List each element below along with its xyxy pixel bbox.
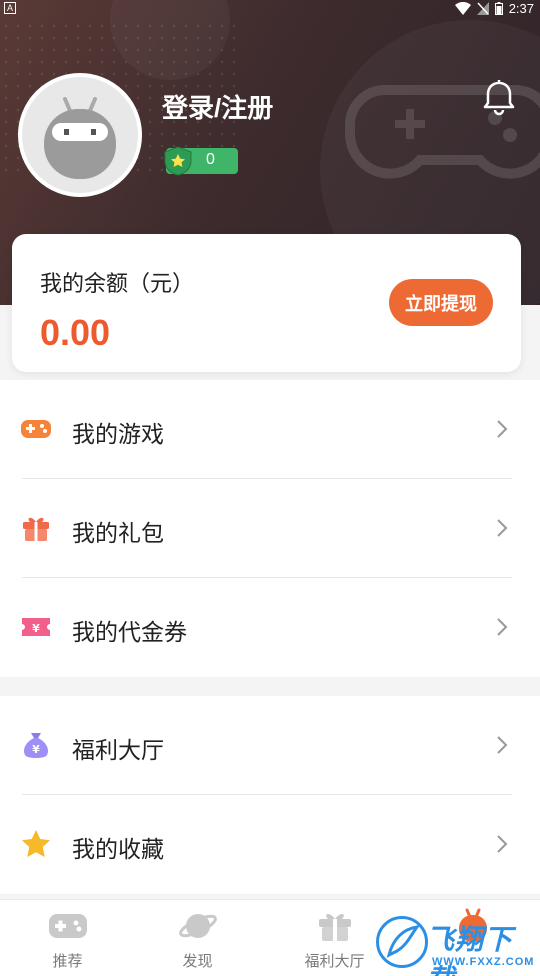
watermark-url: WWW.FXXZ.COM bbox=[432, 956, 535, 968]
balance-title: 我的余额（元） bbox=[40, 271, 195, 296]
wifi-icon bbox=[454, 2, 471, 15]
watermark-logo bbox=[376, 916, 428, 968]
site-watermark: 飞翔下载 WWW.FXXZ.COM bbox=[372, 912, 540, 976]
chevron-right-icon bbox=[497, 618, 508, 636]
feather-icon bbox=[386, 925, 421, 958]
menu-item-my-vouchers[interactable]: ¥ 我的代金券 bbox=[0, 578, 540, 677]
menu-item-label: 我的游戏 bbox=[72, 421, 164, 447]
login-register-link[interactable]: 登录/注册 bbox=[162, 88, 273, 125]
level-badge: 0 bbox=[164, 146, 238, 176]
voucher-icon: ¥ bbox=[22, 618, 50, 636]
money-bag-icon: ¥ bbox=[24, 733, 48, 758]
gift-icon bbox=[23, 517, 49, 541]
tab-label: 发现 bbox=[182, 953, 213, 970]
tab-label: 推荐 bbox=[52, 953, 83, 970]
menu-item-welfare-hall[interactable]: ¥ 福利大厅 bbox=[0, 696, 540, 795]
level-value: 0 bbox=[206, 151, 215, 168]
menu-item-label: 我的收藏 bbox=[72, 836, 164, 862]
planet-icon bbox=[179, 914, 217, 938]
star-icon bbox=[22, 830, 50, 857]
notification-indicator: A bbox=[4, 2, 16, 14]
status-bar: A 2:37 bbox=[0, 0, 540, 18]
menu-item-label: 我的礼包 bbox=[72, 520, 164, 546]
balance-card: 我的余额（元） 0.00 立即提现 bbox=[12, 234, 521, 372]
menu-item-my-favorites[interactable]: 我的收藏 bbox=[0, 795, 540, 894]
gift-icon bbox=[319, 914, 351, 941]
chevron-right-icon bbox=[497, 736, 508, 754]
withdraw-button[interactable]: 立即提现 bbox=[389, 279, 493, 326]
tab-discover[interactable]: 发现 bbox=[130, 900, 265, 976]
menu-group-account: 我的游戏 我的礼包 ¥ 我的代金券 bbox=[0, 380, 540, 677]
battery-icon bbox=[494, 2, 503, 15]
chevron-right-icon bbox=[497, 519, 508, 537]
chevron-right-icon bbox=[497, 420, 508, 438]
menu-item-my-games[interactable]: 我的游戏 bbox=[0, 380, 540, 479]
svg-text:¥: ¥ bbox=[32, 743, 40, 756]
tab-recommend[interactable]: 推荐 bbox=[0, 900, 135, 976]
chevron-right-icon bbox=[497, 835, 508, 853]
robot-avatar-icon bbox=[44, 97, 116, 179]
shield-star-icon bbox=[164, 146, 192, 176]
menu-item-label: 福利大厅 bbox=[72, 737, 164, 763]
menu-item-my-gifts[interactable]: 我的礼包 bbox=[0, 479, 540, 578]
menu-group-benefits: ¥ 福利大厅 我的收藏 bbox=[0, 696, 540, 894]
svg-text:¥: ¥ bbox=[32, 622, 40, 635]
menu-item-label: 我的代金券 bbox=[72, 619, 187, 645]
gamepad-icon bbox=[21, 420, 51, 438]
balance-amount: 0.00 bbox=[40, 312, 111, 353]
clock: 2:37 bbox=[508, 1, 534, 16]
signal-icon bbox=[476, 2, 489, 15]
avatar[interactable] bbox=[18, 73, 142, 197]
gamepad-icon bbox=[49, 914, 87, 938]
bell-icon[interactable] bbox=[482, 80, 516, 116]
